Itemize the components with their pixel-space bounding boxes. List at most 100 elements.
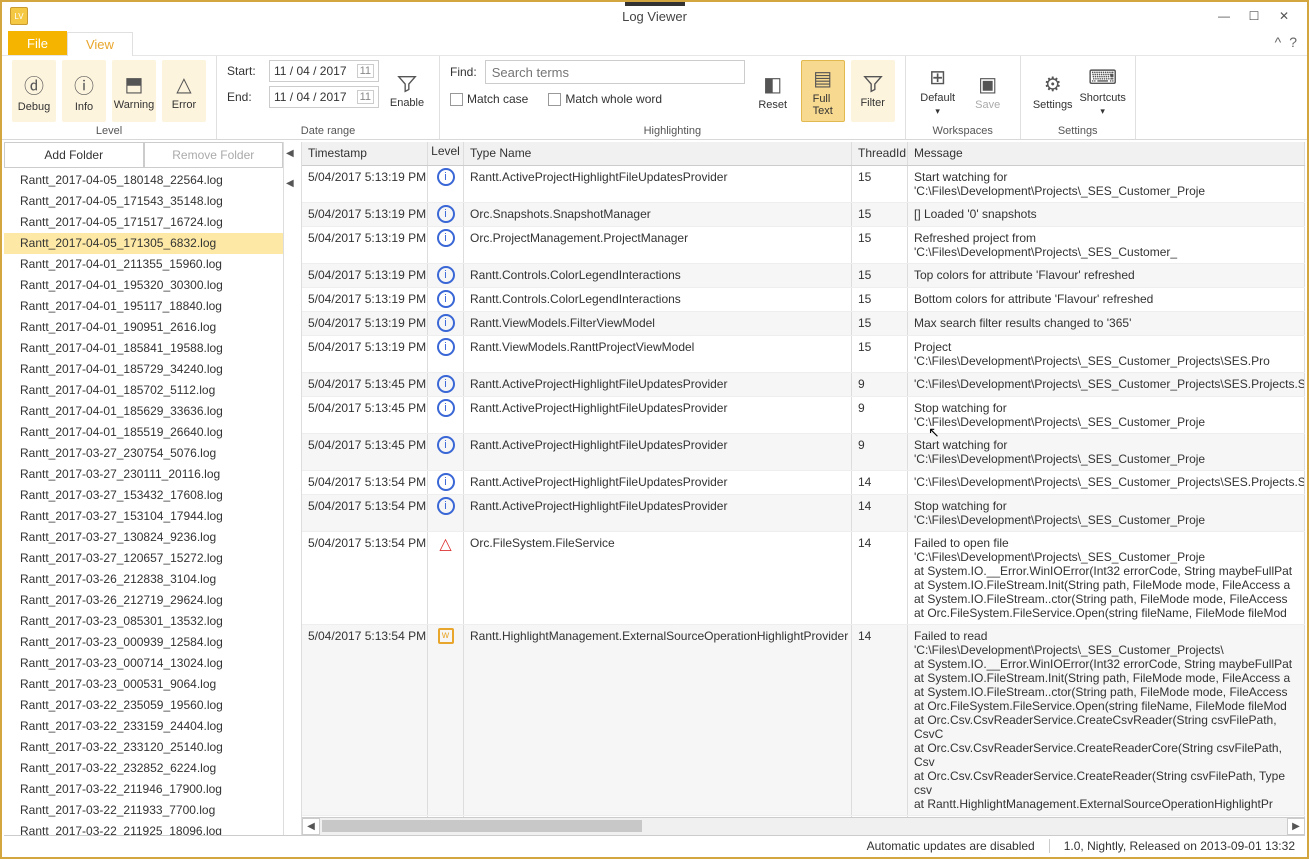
collapse-left-icon[interactable]: ◀ — [286, 178, 294, 189]
header-thread[interactable]: ThreadId — [852, 142, 908, 165]
calendar-icon[interactable]: 11 — [357, 64, 374, 78]
file-item[interactable]: Rantt_2017-03-27_153432_17608.log — [4, 485, 283, 506]
table-row[interactable]: 5/04/2017 5:13:19 PMiOrc.ProjectManageme… — [302, 227, 1305, 264]
scroll-right-icon[interactable]: ▶ — [1287, 818, 1305, 835]
cell-thread: 14 — [852, 495, 908, 531]
table-row[interactable]: 5/04/2017 5:13:19 PMiRantt.Controls.Colo… — [302, 288, 1305, 312]
file-item[interactable]: Rantt_2017-03-27_153104_17944.log — [4, 506, 283, 527]
file-item[interactable]: Rantt_2017-04-01_195320_30300.log — [4, 275, 283, 296]
menu-tabs: File View ^ ? — [2, 30, 1307, 56]
window-drag-handle[interactable] — [625, 2, 685, 6]
help-icon[interactable]: ? — [1289, 34, 1297, 50]
file-item[interactable]: Rantt_2017-03-22_233159_24404.log — [4, 716, 283, 737]
table-row[interactable]: 5/04/2017 5:13:45 PMiRantt.ActiveProject… — [302, 397, 1305, 434]
file-item[interactable]: Rantt_2017-03-22_232852_6224.log — [4, 758, 283, 779]
cell-message: Max search filter results changed to '36… — [908, 312, 1305, 335]
collapse-left-icon[interactable]: ◀ — [286, 148, 294, 159]
table-row[interactable]: 5/04/2017 5:13:54 PMwRantt.HighlightMana… — [302, 625, 1305, 816]
file-item[interactable]: Rantt_2017-03-27_120657_15272.log — [4, 548, 283, 569]
scroll-thumb[interactable] — [322, 820, 642, 832]
table-row[interactable]: 5/04/2017 5:13:54 PMiRantt.ActiveProject… — [302, 471, 1305, 495]
ribbon-collapse-icon[interactable]: ^ — [1275, 34, 1282, 50]
splitter[interactable]: ◀ ◀ — [284, 142, 302, 835]
file-item[interactable]: Rantt_2017-03-27_130824_9236.log — [4, 527, 283, 548]
header-level[interactable]: Level — [428, 142, 464, 165]
start-date-input[interactable]: 11 / 04 / 201711 — [269, 60, 379, 82]
level-debug-button[interactable]: ⓓDebug — [12, 60, 56, 122]
tab-view[interactable]: View — [67, 32, 133, 56]
cell-timestamp: 5/04/2017 5:13:45 PM — [302, 434, 428, 470]
minimize-button[interactable]: — — [1209, 5, 1239, 27]
shortcuts-button[interactable]: ⌨Shortcuts▾ — [1081, 60, 1125, 122]
reset-button[interactable]: ◧Reset — [751, 60, 795, 122]
cell-level: i — [428, 336, 464, 372]
file-item[interactable]: Rantt_2017-03-23_000939_12584.log — [4, 632, 283, 653]
enable-daterange-button[interactable]: Enable — [385, 60, 429, 122]
table-row[interactable]: 5/04/2017 5:13:19 PMiRantt.ViewModels.Fi… — [302, 312, 1305, 336]
close-button[interactable]: ✕ — [1269, 5, 1299, 27]
filter-button[interactable]: Filter — [851, 60, 895, 122]
table-row[interactable]: 5/04/2017 5:13:19 PMiRantt.Controls.Colo… — [302, 264, 1305, 288]
end-date-input[interactable]: 11 / 04 / 201711 — [269, 86, 379, 108]
file-item[interactable]: Rantt_2017-04-01_195117_18840.log — [4, 296, 283, 317]
file-item[interactable]: Rantt_2017-03-26_212838_3104.log — [4, 569, 283, 590]
file-item[interactable]: Rantt_2017-03-27_230754_5076.log — [4, 443, 283, 464]
settings-button[interactable]: ⚙Settings — [1031, 60, 1075, 122]
table-row[interactable]: 5/04/2017 5:13:19 PMiRantt.ActiveProject… — [302, 166, 1305, 203]
file-item[interactable]: Rantt_2017-04-01_185519_26640.log — [4, 422, 283, 443]
file-item[interactable]: Rantt_2017-04-05_171305_6832.log — [4, 233, 283, 254]
file-item[interactable]: Rantt_2017-04-01_185841_19588.log — [4, 338, 283, 359]
file-item[interactable]: Rantt_2017-04-05_171517_16724.log — [4, 212, 283, 233]
ribbon-group-settings: ⚙Settings ⌨Shortcuts▾ Settings — [1021, 56, 1136, 139]
match-case-checkbox[interactable]: Match case — [450, 92, 528, 106]
calendar-icon[interactable]: 11 — [357, 90, 374, 104]
full-text-button[interactable]: ▤Full Text — [801, 60, 845, 122]
file-item[interactable]: Rantt_2017-04-05_171543_35148.log — [4, 191, 283, 212]
cell-type: Rantt.ActiveProjectHighlightFileUpdatesP… — [464, 434, 852, 470]
file-item[interactable]: Rantt_2017-04-05_180148_22564.log — [4, 170, 283, 191]
horizontal-scrollbar[interactable]: ◀ ▶ — [302, 817, 1305, 835]
file-item[interactable]: Rantt_2017-04-01_185629_33636.log — [4, 401, 283, 422]
table-row[interactable]: 5/04/2017 5:13:54 PMiRantt.ActiveProject… — [302, 495, 1305, 532]
level-info-button[interactable]: ⓘInfo — [62, 60, 106, 122]
file-item[interactable]: Rantt_2017-03-27_230111_20116.log — [4, 464, 283, 485]
add-folder-button[interactable]: Add Folder — [4, 142, 144, 168]
file-item[interactable]: Rantt_2017-03-22_235059_19560.log — [4, 695, 283, 716]
header-message[interactable]: Message — [908, 142, 1305, 165]
file-item[interactable]: Rantt_2017-03-23_000531_9064.log — [4, 674, 283, 695]
file-item[interactable]: Rantt_2017-04-01_185729_34240.log — [4, 359, 283, 380]
cell-level: i — [428, 495, 464, 531]
maximize-button[interactable]: ☐ — [1239, 5, 1269, 27]
file-item[interactable]: Rantt_2017-04-01_185702_5112.log — [4, 380, 283, 401]
match-whole-checkbox[interactable]: Match whole word — [548, 92, 662, 106]
file-item[interactable]: Rantt_2017-03-22_211933_7700.log — [4, 800, 283, 821]
cell-timestamp: 5/04/2017 5:13:54 PM — [302, 625, 428, 815]
level-warning-button[interactable]: ⬒Warning — [112, 60, 156, 122]
table-row[interactable]: 5/04/2017 5:13:19 PMiOrc.Snapshots.Snaps… — [302, 203, 1305, 227]
header-type[interactable]: Type Name — [464, 142, 852, 165]
table-row[interactable]: 5/04/2017 5:13:45 PMiRantt.ActiveProject… — [302, 434, 1305, 471]
table-row[interactable]: 5/04/2017 5:13:19 PMiRantt.ViewModels.Ra… — [302, 336, 1305, 373]
file-item[interactable]: Rantt_2017-03-22_211946_17900.log — [4, 779, 283, 800]
tab-file[interactable]: File — [8, 31, 67, 55]
file-item[interactable]: Rantt_2017-04-01_190951_2616.log — [4, 317, 283, 338]
header-timestamp[interactable]: Timestamp — [302, 142, 428, 165]
remove-folder-button[interactable]: Remove Folder — [144, 142, 284, 168]
info-icon: i — [437, 229, 455, 247]
file-item[interactable]: Rantt_2017-03-23_085301_13532.log — [4, 611, 283, 632]
file-item[interactable]: Rantt_2017-03-23_000714_13024.log — [4, 653, 283, 674]
file-item[interactable]: Rantt_2017-04-01_211355_15960.log — [4, 254, 283, 275]
cell-thread: 15 — [852, 336, 908, 372]
save-workspace-button[interactable]: ▣Save — [966, 60, 1010, 122]
table-row[interactable]: 5/04/2017 5:13:45 PMiRantt.ActiveProject… — [302, 373, 1305, 397]
default-workspace-button[interactable]: ⊞Default▾ — [916, 60, 960, 122]
file-item[interactable]: Rantt_2017-03-22_211925_18096.log — [4, 821, 283, 835]
level-error-button[interactable]: △Error — [162, 60, 206, 122]
scroll-left-icon[interactable]: ◀ — [302, 818, 320, 835]
table-row[interactable]: 5/04/2017 5:13:54 PM△Orc.FileSystem.File… — [302, 532, 1305, 625]
grid-body[interactable]: 5/04/2017 5:13:19 PMiRantt.ActiveProject… — [302, 166, 1305, 817]
file-list[interactable]: Rantt_2017-04-05_180148_22564.logRantt_2… — [4, 168, 283, 835]
file-item[interactable]: Rantt_2017-03-22_233120_25140.log — [4, 737, 283, 758]
file-item[interactable]: Rantt_2017-03-26_212719_29624.log — [4, 590, 283, 611]
search-input[interactable] — [485, 60, 745, 84]
